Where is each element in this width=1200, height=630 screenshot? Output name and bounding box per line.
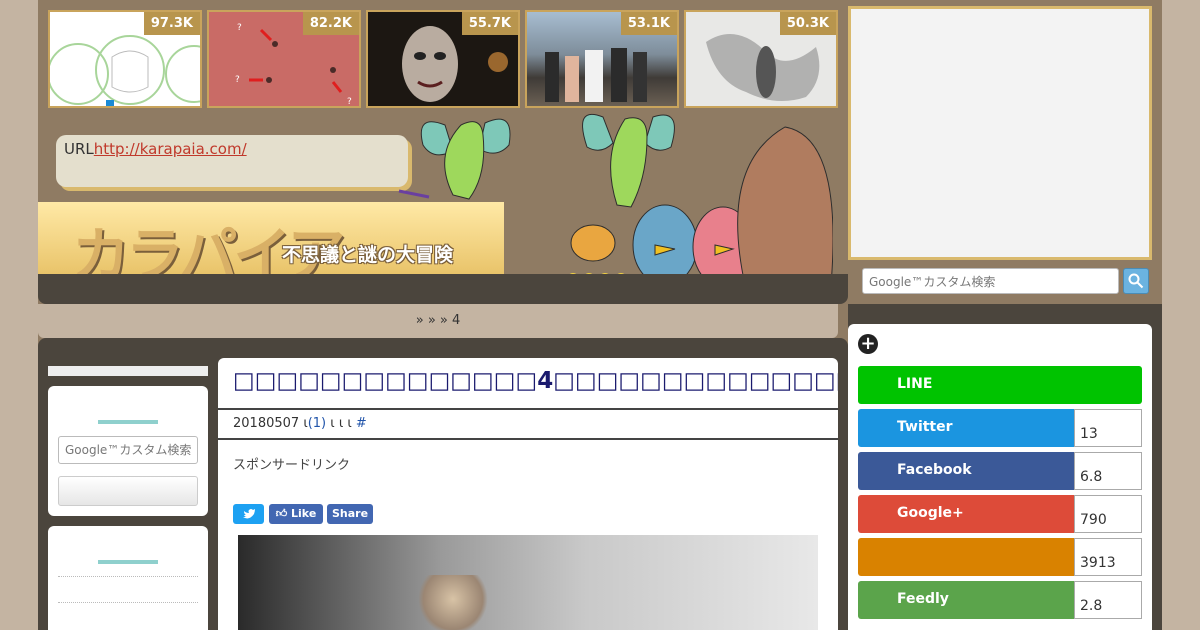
- tweet-button[interactable]: [233, 504, 264, 524]
- thumbnail-1[interactable]: 97.3K: [48, 10, 202, 108]
- popular-thumbnails: 97.3K ? ? ? 82.2K 55.7K 53.1K 50.3K: [48, 10, 838, 110]
- article-meta: 20180507 ι(1) ι ι ι #: [233, 416, 367, 431]
- svg-text:?: ?: [347, 97, 352, 107]
- googleplus-share-count: 790: [1074, 495, 1142, 533]
- facebook-share-label: Facebook: [858, 452, 1074, 490]
- googleplus-share-label: Google+: [858, 495, 1074, 533]
- url-label: URL: [64, 140, 94, 158]
- line-share-label: LINE: [858, 366, 1142, 404]
- list-divider: [58, 602, 198, 603]
- thumbnail-5[interactable]: 50.3K: [684, 10, 838, 108]
- view-count: 97.3K: [143, 12, 200, 35]
- widget-accent-line: [98, 560, 158, 564]
- thumbnail-4[interactable]: 53.1K: [525, 10, 679, 108]
- title-divider: [218, 408, 838, 410]
- sidebar-top-bar: [48, 366, 208, 376]
- svg-text:?: ?: [235, 75, 240, 85]
- plus-icon[interactable]: +: [858, 334, 878, 354]
- hash-link[interactable]: #: [356, 416, 367, 431]
- share-row-line[interactable]: LINE: [858, 366, 1142, 404]
- feedly-share-count: 2.8: [1074, 581, 1142, 619]
- ad-placeholder: [848, 6, 1152, 260]
- page-wrapper: 97.3K ? ? ? 82.2K 55.7K 53.1K 50.3K URLh…: [38, 0, 1162, 630]
- thumbs-up-icon: 👍︎: [275, 507, 288, 520]
- thumbnail-2[interactable]: ? ? ? 82.2K: [207, 10, 361, 108]
- facebook-like-button[interactable]: 👍︎ Like: [269, 504, 323, 524]
- view-count: 50.3K: [779, 12, 836, 35]
- meta-tags: ι ι ι: [330, 416, 352, 431]
- share-row-googleplus[interactable]: Google+ 790: [858, 495, 1142, 533]
- breadcrumb: » » » 4: [38, 304, 838, 338]
- url-speech-bubble: URLhttp://karapaia.com/: [56, 135, 408, 187]
- share-row-facebook[interactable]: Facebook 6.8: [858, 452, 1142, 490]
- cat-figure: [418, 575, 488, 630]
- facebook-share-button[interactable]: Share: [327, 504, 373, 524]
- hatena-share-count: 3913: [1074, 538, 1142, 576]
- sponsored-label: スポンサードリンク: [233, 458, 351, 473]
- post-date: 20180507: [233, 416, 300, 431]
- widget-accent-line: [98, 420, 158, 424]
- share-row-feedly[interactable]: Feedly 2.8: [858, 581, 1142, 619]
- view-count: 55.7K: [461, 12, 518, 35]
- article-title[interactable]: □□□□□□□□□□□□□□4□□□□□□□□□□□□□□□□□□□: [233, 368, 838, 394]
- facebook-share-count: 6.8: [1074, 452, 1142, 490]
- share-panel: + LINE Twitter 13 Facebook 6.8 Google+ 7…: [848, 324, 1152, 630]
- search-icon[interactable]: [1123, 268, 1149, 294]
- header-bottom-band: [38, 274, 848, 304]
- view-count: 53.1K: [620, 12, 677, 35]
- twitter-share-count: 13: [1074, 409, 1142, 447]
- sidebar-search-input[interactable]: Google™カスタム検索: [58, 436, 198, 464]
- sidebar-search-button[interactable]: [58, 476, 198, 506]
- meta-divider: [218, 438, 838, 440]
- article-main-image: [238, 535, 818, 630]
- list-divider: [58, 576, 198, 577]
- feedly-share-label: Feedly: [858, 581, 1074, 619]
- comment-count-link[interactable]: (1): [308, 416, 326, 431]
- share-row-twitter[interactable]: Twitter 13: [858, 409, 1142, 447]
- article-card: □□□□□□□□□□□□□□4□□□□□□□□□□□□□□□□□□□ 20180…: [218, 358, 838, 630]
- hatena-share-label: [858, 538, 1074, 576]
- like-label: Like: [291, 507, 317, 520]
- share-row-hatena[interactable]: 3913: [858, 538, 1142, 576]
- sidebar-search-widget: Google™カスタム検索: [48, 386, 208, 516]
- magnifier-glyph: [1128, 273, 1144, 289]
- svg-text:?: ?: [237, 23, 242, 33]
- site-url-link[interactable]: http://karapaia.com/: [94, 140, 247, 158]
- twitter-bird-icon: [242, 509, 255, 519]
- sidebar-list-widget: [48, 526, 208, 630]
- twitter-share-label: Twitter: [858, 409, 1074, 447]
- view-count: 82.2K: [302, 12, 359, 35]
- header-search-input[interactable]: Google™カスタム検索: [862, 268, 1119, 294]
- mascot-characters-illustration: [398, 113, 833, 288]
- thumbnail-3[interactable]: 55.7K: [366, 10, 520, 108]
